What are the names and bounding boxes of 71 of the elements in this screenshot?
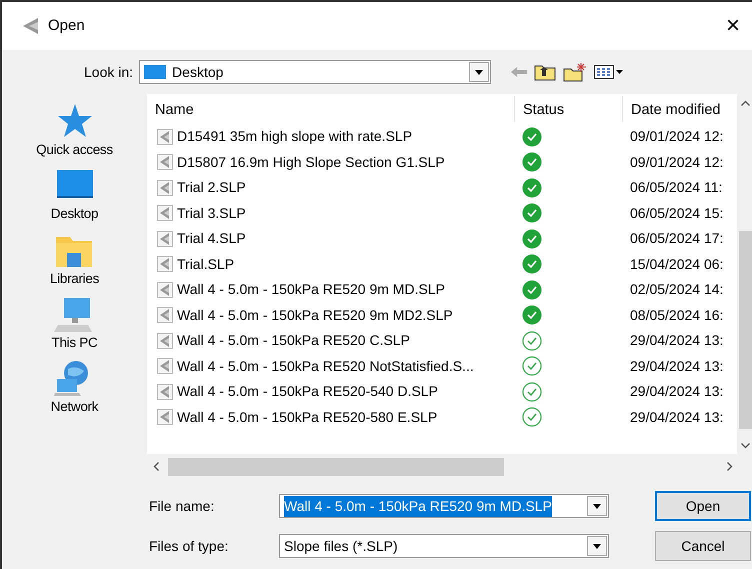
chevron-up-icon [741, 100, 750, 106]
column-header[interactable]: Name [147, 96, 514, 122]
file-icon [157, 205, 173, 222]
chevron-down-icon [741, 442, 750, 448]
file-name[interactable]: Trial 3.SLP [177, 202, 246, 224]
file-icon [157, 282, 173, 298]
file-name[interactable]: Trial.SLP [177, 254, 234, 275]
look-in-value: Desktop [172, 62, 224, 82]
look-in-label: Look in: [84, 62, 134, 82]
caret-icon [593, 504, 601, 508]
file-icon [157, 154, 173, 170]
sidebar-item[interactable]: This PC [52, 294, 98, 353]
sidebar-item[interactable]: Desktop [50, 166, 98, 224]
file-name[interactable]: Wall 4 - 5.0m - 150kPa RE520 9m MD.SLP [177, 279, 445, 300]
file-icon [157, 307, 173, 324]
scrollbar-thumb[interactable] [739, 231, 752, 429]
date-modified: 06/05/2024 17: [630, 230, 724, 246]
file-icon [157, 180, 173, 196]
back-arrow-icon [511, 66, 528, 78]
file-name[interactable]: Wall 4 - 5.0m - 150kPa RE520 C.SLP [177, 330, 410, 352]
file-type-value: Slope files (*.SLP) [284, 536, 398, 556]
date-modified: 02/05/2024 14: [630, 281, 724, 298]
date-modified: 08/05/2024 16: [630, 306, 724, 323]
file-type-label: Files of type: [148, 536, 230, 556]
desktop-icon [144, 64, 166, 80]
caret-icon [593, 544, 601, 548]
open-button[interactable]: Open [655, 491, 751, 521]
file-name[interactable]: D15491 35m high slope with rate.SLP [177, 126, 412, 148]
sidebar-item[interactable]: Network [50, 359, 98, 418]
new-folder-icon [563, 62, 588, 82]
date-modified: 06/05/2024 11: [630, 179, 722, 196]
file-name[interactable]: Trial 2.SLP [177, 177, 246, 198]
window-title: Open [48, 16, 86, 36]
close-button[interactable]: × [722, 14, 744, 38]
column-header[interactable]: Status [514, 96, 622, 122]
date-modified: 15/04/2024 06: [630, 256, 724, 272]
cancel-button[interactable]: Cancel [655, 531, 751, 561]
file-icon [157, 128, 173, 145]
up-folder-icon [534, 63, 556, 81]
app-icon [22, 17, 40, 35]
file-name[interactable]: Wall 4 - 5.0m - 150kPa RE520-540 D.SLP [177, 381, 438, 402]
date-modified: 29/04/2024 13: [630, 332, 724, 348]
date-modified: 06/05/2024 15: [630, 204, 724, 221]
file-icon [157, 358, 173, 374]
file-name[interactable]: Trial 4.SLP [177, 228, 246, 250]
file-name[interactable]: Wall 4 - 5.0m - 150kPa RE520 9m MD2.SLP [177, 304, 453, 326]
file-name[interactable]: Wall 4 - 5.0m - 150kPa RE520-580 E.SLP [177, 406, 438, 428]
file-icon [157, 230, 173, 247]
date-modified: 29/04/2024 13: [630, 383, 724, 400]
file-icon [157, 256, 173, 272]
chevron-left-icon [152, 462, 158, 471]
selected-text: Wall 4 - 5.0m - 150kPa RE520 9m MD.SLP [284, 496, 552, 516]
file-name-label: File name: [148, 496, 216, 516]
file-name-field[interactable]: Wall 4 - 5.0m - 150kPa RE520 9m MD.SLP [279, 494, 609, 518]
scrollbar-thumb[interactable] [168, 458, 504, 476]
file-icon [157, 332, 173, 349]
file-type-field[interactable]: Slope files (*.SLP) [279, 534, 609, 558]
caret-icon [475, 70, 484, 74]
file-icon [157, 409, 173, 426]
date-modified: 29/04/2024 13: [630, 408, 724, 425]
file-name[interactable]: D15807 16.9m High Slope Section G1.SLP [177, 152, 445, 173]
file-name[interactable]: Wall 4 - 5.0m - 150kPa RE520 NotStatisfied.S... [177, 356, 474, 377]
view-menu-icon [594, 64, 624, 80]
sidebar-item[interactable]: Libraries [50, 230, 100, 289]
date-modified: 29/04/2024 13: [630, 358, 724, 374]
date-modified: 09/01/2024 12: [630, 154, 724, 170]
chevron-right-icon [726, 462, 732, 471]
look-in-dropdown[interactable]: Desktop [139, 60, 492, 84]
file-icon [157, 384, 173, 400]
sidebar-item[interactable]: Quick access [36, 102, 113, 160]
date-modified: 09/01/2024 12: [630, 128, 724, 144]
